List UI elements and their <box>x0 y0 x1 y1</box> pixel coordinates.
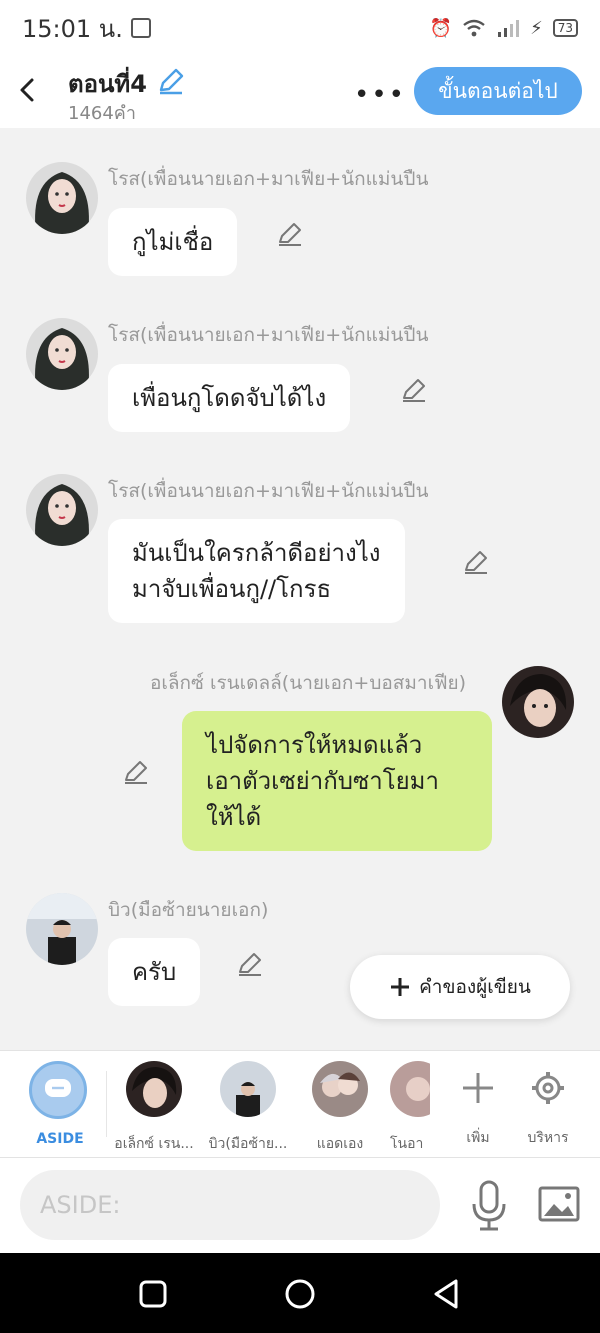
charging-icon: ⚡ <box>530 17 543 39</box>
more-options-icon[interactable]: ••• <box>354 80 406 110</box>
word-count: 1464คำ <box>68 103 136 124</box>
back-arrow-icon[interactable] <box>14 74 42 106</box>
app-header: ตอนที่4 1464คำ ••• ขั้นตอนต่อไป <box>0 56 600 128</box>
message-bubble[interactable]: มันเป็นใครกล้าดีอย่างไง มาจับเพื่อนกู//โ… <box>108 519 405 623</box>
author-note-label: คำของผู้เขียน <box>419 976 531 998</box>
character-picker: ASIDE อเล็กซ์ เรน... บิว(มือซ้าย... แอดเ… <box>0 1050 600 1158</box>
system-nav-bar <box>0 1253 600 1333</box>
app-notification-icon <box>130 18 151 38</box>
image-icon[interactable] <box>538 1186 580 1222</box>
character-admin[interactable]: แอดเอง <box>304 1061 376 1155</box>
chat-area: โรส(เพื่อนนายเอก+มาเฟีย+นักแม่นปืน กูไม่… <box>0 128 600 1050</box>
message-bubble[interactable]: กูไม่เชื่อ <box>108 208 238 276</box>
status-time: 15:01 น. <box>22 14 123 43</box>
edit-message-icon[interactable] <box>462 548 490 576</box>
manage-label: บริหาร <box>527 1130 569 1146</box>
microphone-icon[interactable] <box>470 1180 508 1232</box>
speaker-name: โรส(เพื่อนนายเอก+มาเฟีย+นักแม่นปืน <box>108 168 429 190</box>
gear-icon <box>532 1072 564 1104</box>
plus-icon <box>463 1073 493 1103</box>
avatar-rose[interactable] <box>26 474 98 546</box>
edit-message-icon[interactable] <box>400 376 428 404</box>
status-bar: 15:01 น. ⏰ ⚡ 73 <box>0 0 600 56</box>
character-bew[interactable]: บิว(มือซ้าย... <box>206 1061 290 1155</box>
character-alex[interactable]: อเล็กซ์ เรน... <box>112 1061 196 1155</box>
character-label: แอดเอง <box>316 1136 364 1152</box>
alarm-icon: ⏰ <box>429 17 453 39</box>
signal-icon <box>498 20 520 37</box>
input-bar: ASIDE: <box>0 1158 600 1253</box>
character-noa[interactable]: โนอา <box>390 1061 430 1155</box>
wifi-icon <box>463 19 485 37</box>
manage-button[interactable]: บริหาร <box>518 1065 578 1149</box>
character-label: ASIDE <box>36 1131 84 1147</box>
author-note-button[interactable]: คำของผู้เขียน <box>350 955 570 1019</box>
message-bubble[interactable]: เพื่อนกูโดดจับได้ไง <box>108 364 351 432</box>
speaker-name: บิว(มือซ้ายนายเอก) <box>108 899 269 921</box>
speaker-name: โรส(เพื่อนนายเอก+มาเฟีย+นักแม่นปืน <box>108 480 429 502</box>
edit-message-icon[interactable] <box>236 950 264 978</box>
battery-icon: 73 <box>552 19 578 37</box>
add-label: เพิ่ม <box>466 1130 490 1146</box>
avatar-rose[interactable] <box>26 318 98 390</box>
avatar-alex[interactable] <box>502 666 574 738</box>
avatar-rose[interactable] <box>26 162 98 234</box>
speaker-name: โรส(เพื่อนนายเอก+มาเฟีย+นักแม่นปืน <box>108 324 429 346</box>
next-step-button[interactable]: ขั้นตอนต่อไป <box>414 67 582 115</box>
back-icon[interactable] <box>430 1277 464 1311</box>
edit-message-icon[interactable] <box>122 758 150 786</box>
message-input[interactable]: ASIDE: <box>20 1170 440 1240</box>
edit-title-icon[interactable] <box>156 66 186 96</box>
speaker-name: อเล็กซ์ เรนเดลล์(นายเอก+บอสมาเฟีย) <box>150 672 467 694</box>
message-bubble[interactable]: ไปจัดการให้หมดแล้ว เอาตัวเซย่ากับซาโยมา … <box>182 711 492 851</box>
home-icon[interactable] <box>283 1277 317 1311</box>
character-label: อเล็กซ์ เรน... <box>114 1136 194 1152</box>
avatar-bew[interactable] <box>26 893 98 965</box>
character-label: บิว(มือซ้าย... <box>208 1136 288 1152</box>
plus-icon <box>391 978 410 996</box>
character-label: โนอา <box>390 1136 424 1152</box>
message-bubble[interactable]: ครับ <box>108 938 201 1006</box>
character-aside[interactable]: ASIDE <box>29 1061 91 1147</box>
add-character-button[interactable]: เพิ่ม <box>448 1065 508 1149</box>
recent-apps-icon[interactable] <box>136 1277 170 1311</box>
chat-bubble-icon <box>45 1079 71 1097</box>
edit-message-icon[interactable] <box>276 220 304 248</box>
divider <box>106 1071 107 1137</box>
